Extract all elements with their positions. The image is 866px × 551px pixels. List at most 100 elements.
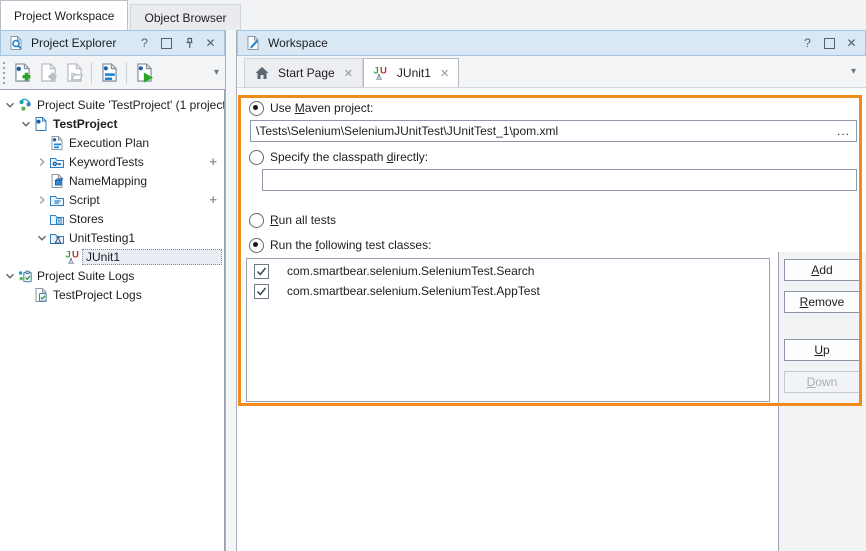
- remove-button[interactable]: Remove: [784, 291, 860, 313]
- tree-item-label: TestProject: [50, 116, 120, 132]
- chevron-down-icon[interactable]: [2, 99, 17, 111]
- run-project-button[interactable]: [131, 60, 157, 86]
- workspace-title: Workspace: [268, 36, 801, 50]
- tree-item-label: Execution Plan: [66, 135, 152, 151]
- tree-item-script[interactable]: Script +: [0, 190, 224, 209]
- testcomplete-window: Project Workspace Object Browser Project…: [0, 0, 866, 551]
- test-class-row[interactable]: com.smartbear.selenium.SeleniumTest.Sear…: [247, 261, 769, 281]
- window-tab-bar: Project Workspace Object Browser: [0, 0, 866, 31]
- folder-stores-icon: [49, 211, 66, 227]
- tab-start-page[interactable]: Start Page ✕: [244, 58, 363, 87]
- tree-item-unittesting1[interactable]: UnitTesting1: [0, 228, 224, 247]
- project-icon: [33, 116, 50, 132]
- toolbar-separator: [91, 62, 92, 84]
- classpath-radio-row: Specify the classpath directly:: [249, 149, 428, 165]
- tree-item-label: NameMapping: [66, 173, 150, 189]
- up-button[interactable]: Up: [784, 339, 860, 361]
- chevron-right-icon[interactable]: [34, 156, 49, 168]
- junit-icon: JU: [373, 65, 390, 81]
- workspace-header: Workspace ? ✕: [237, 30, 866, 56]
- tree-item-keywordtests[interactable]: KeywordTests+: [0, 152, 224, 171]
- maximize-icon[interactable]: [823, 37, 836, 50]
- add-new-item-button[interactable]: [9, 60, 35, 86]
- tab-object-browser[interactable]: Object Browser: [130, 4, 240, 30]
- test-class-checkbox[interactable]: [254, 284, 269, 299]
- junit-editor: Use Maven project: \Tests\Selenium\Selen…: [237, 88, 866, 551]
- tree-item-namemapping[interactable]: NameMapping: [0, 171, 224, 190]
- tab-label: Project Workspace: [14, 9, 114, 23]
- project-explorer-title: Project Explorer: [31, 36, 138, 50]
- tree-item-label: Project Suite 'TestProject' (1 project): [34, 97, 225, 113]
- tree-item-project-suite-testproject-1-project[interactable]: Project Suite 'TestProject' (1 project): [0, 95, 224, 114]
- pin-icon[interactable]: [182, 37, 195, 50]
- workspace-panel: Workspace ? ✕ Start Page ✕ JU JUnit1 ✕ ▾: [237, 30, 866, 551]
- tree-item-label: TestProject Logs: [50, 287, 145, 303]
- help-icon[interactable]: ?: [801, 37, 814, 50]
- tree-item-label: Script: [66, 192, 103, 208]
- tab-junit1[interactable]: JU JUnit1 ✕: [363, 58, 459, 87]
- chevron-placeholder: [34, 213, 49, 225]
- open-item-button: [61, 60, 87, 86]
- add-button[interactable]: Add: [784, 259, 860, 281]
- tab-list-dropdown-icon[interactable]: ▾: [851, 66, 856, 77]
- test-class-row[interactable]: com.smartbear.selenium.SeleniumTest.AppT…: [247, 281, 769, 301]
- maven-path-field[interactable]: \Tests\Selenium\SeleniumJUnitTest\JUnitT…: [250, 120, 857, 142]
- panel-splitter[interactable]: [225, 30, 237, 551]
- tree-item-testproject[interactable]: TestProject: [0, 114, 224, 133]
- chevron-down-icon[interactable]: [2, 270, 17, 282]
- tab-label: JUnit1: [397, 66, 431, 80]
- run-following-label: Run the following test classes:: [270, 238, 431, 252]
- tab-project-workspace[interactable]: Project Workspace: [0, 0, 128, 30]
- toolbar-grip[interactable]: [2, 62, 5, 84]
- use-maven-radio-row: Use Maven project:: [249, 100, 373, 116]
- run-all-radio-row: Run all tests: [249, 212, 336, 228]
- tree-item-label: Stores: [66, 211, 107, 227]
- project-tree: Project Suite 'TestProject' (1 project) T…: [0, 89, 225, 551]
- chevron-placeholder: [34, 137, 49, 149]
- chevron-right-icon[interactable]: [34, 194, 49, 206]
- tree-item-project-suite-logs[interactable]: Project Suite Logs: [0, 266, 224, 285]
- run-following-radio[interactable]: [249, 238, 264, 253]
- maximize-icon[interactable]: [160, 37, 173, 50]
- use-maven-radio[interactable]: [249, 101, 264, 116]
- tree-item-stores[interactable]: Stores: [0, 209, 224, 228]
- chevron-placeholder: [18, 289, 33, 301]
- tree-item-label: JUnit1: [82, 249, 222, 265]
- classpath-label: Specify the classpath directly:: [270, 150, 428, 164]
- maven-path-value: \Tests\Selenium\SeleniumJUnitTest\JUnitT…: [256, 124, 558, 138]
- chevron-placeholder: [50, 251, 65, 263]
- tree-item-junit1[interactable]: JUJUnit1: [0, 247, 224, 266]
- toolbar-dropdown-icon[interactable]: ▾: [214, 67, 219, 78]
- classpath-field[interactable]: [262, 169, 857, 191]
- close-icon[interactable]: ✕: [204, 37, 217, 50]
- svg-text:U: U: [72, 249, 79, 260]
- project-explorer-header: Project Explorer ? ✕: [0, 30, 225, 56]
- close-tab-icon[interactable]: ✕: [344, 67, 353, 80]
- add-item-icon[interactable]: +: [209, 154, 217, 169]
- close-icon[interactable]: ✕: [845, 37, 858, 50]
- run-all-radio[interactable]: [249, 213, 264, 228]
- chevron-down-icon[interactable]: [18, 118, 33, 130]
- tree-item-execution-plan[interactable]: Execution Plan: [0, 133, 224, 152]
- browse-button[interactable]: ...: [831, 124, 856, 138]
- explorer-toolbar: ▾: [0, 56, 225, 89]
- test-class-checkbox[interactable]: [254, 264, 269, 279]
- tree-item-testproject-logs[interactable]: TestProject Logs: [0, 285, 224, 304]
- classpath-radio[interactable]: [249, 150, 264, 165]
- project-suite-icon: [17, 97, 34, 113]
- test-class-name: com.smartbear.selenium.SeleniumTest.Sear…: [287, 264, 534, 278]
- folder-unit-icon: [49, 230, 66, 246]
- project-explorer-icon: [8, 35, 25, 51]
- close-tab-icon[interactable]: ✕: [440, 67, 449, 80]
- execution-plan-button[interactable]: [96, 60, 122, 86]
- tree-item-label: Project Suite Logs: [34, 268, 137, 284]
- project-logs-icon: [33, 287, 50, 303]
- add-item-icon[interactable]: +: [209, 192, 217, 207]
- help-icon[interactable]: ?: [138, 37, 151, 50]
- tree-item-label: UnitTesting1: [66, 230, 138, 246]
- tab-label: Start Page: [278, 66, 335, 80]
- home-icon: [254, 65, 271, 81]
- chevron-down-icon[interactable]: [34, 232, 49, 244]
- tab-label: Object Browser: [144, 11, 226, 25]
- document-tab-strip: Start Page ✕ JU JUnit1 ✕ ▾: [237, 56, 866, 88]
